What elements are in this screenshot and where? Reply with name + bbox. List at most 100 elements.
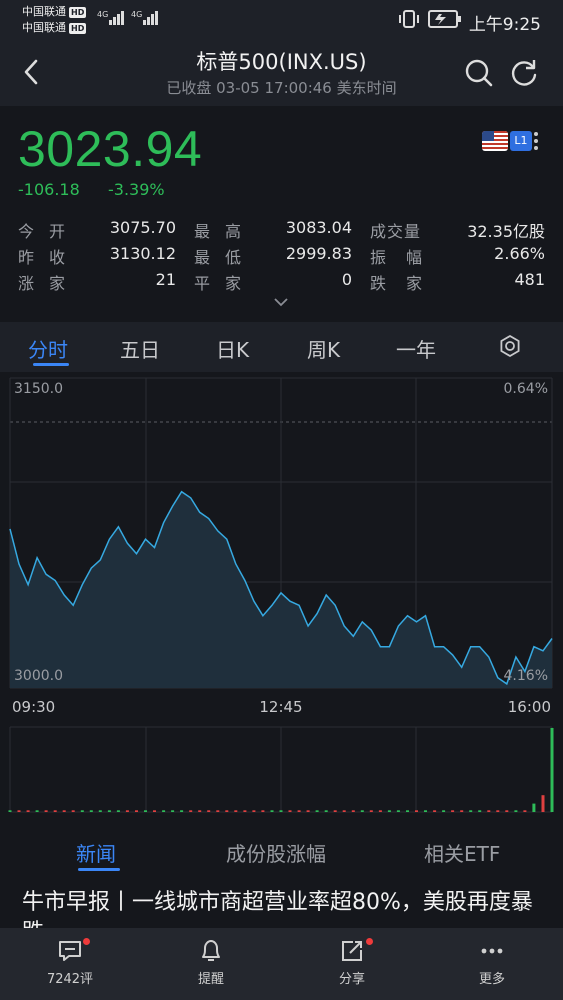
comments-button[interactable]: 7242评 [30,938,110,987]
volume-bar [180,810,184,812]
signal-icon [109,11,124,25]
volume-bar [396,810,400,812]
active-tab-indicator [33,363,69,366]
price-change-pct: -3.39% [108,180,165,199]
volume-bar [153,810,156,812]
vibrate-icon [399,10,419,28]
share-button[interactable]: 分享 [312,938,392,987]
volume-bar [62,810,66,812]
pct-top-label: 0.64% [504,381,548,397]
volume-bar [198,810,202,812]
stat-value-amplitude: 2.66% [494,244,545,263]
volume-bar [107,810,111,812]
expand-chevron-icon[interactable] [273,296,289,308]
stat-label-unchanged: 平家 [194,274,257,293]
share-icon [342,941,362,961]
tab-one-year[interactable]: 一年 [396,334,436,363]
volume-bar [460,810,464,812]
stat-value-unchanged: 0 [341,270,352,289]
stat-value-volume: 32.35亿股 [467,222,545,241]
volume-bar [17,810,21,812]
stat-label-amplitude: 振幅 [370,248,443,267]
volume-bar [415,810,418,812]
volume-bar [270,810,274,812]
volume-bar [523,810,527,812]
volume-bar [89,810,93,812]
volume-bar [324,810,328,812]
volume-bar [71,810,75,812]
active-content-tab-indicator [78,868,120,871]
volume-bar [116,810,120,812]
stat-label-advancers: 涨家 [18,274,81,293]
tab-intraday[interactable]: 分时 [28,334,68,363]
volume-bar [162,810,166,812]
stat-value-advancers: 21 [155,270,176,289]
volume-bar [369,810,373,812]
settings-icon[interactable] [498,334,522,358]
tab-daily-k[interactable]: 日K [216,334,249,363]
volume-bar [478,810,482,812]
volume-bar [207,810,211,812]
share-badge-dot [366,938,373,945]
x-axis-label-close: 16:00 [508,698,551,716]
x-axis-label-open: 09:30 [12,698,55,716]
tab-news[interactable]: 新闻 [76,838,116,867]
volume-bar [333,810,337,812]
tab-weekly-k[interactable]: 周K [307,334,340,363]
volume-bar [8,810,12,812]
x-axis-label-mid: 12:45 [259,698,302,716]
volume-bar [125,810,129,812]
volume-bar [234,810,238,812]
stat-label-high: 最高 [194,222,257,241]
intraday-chart[interactable]: 3150.0 3000.0 0.64% 4.16% 09:30 12:45 16… [0,372,563,842]
volume-bar [53,810,57,812]
volume-bar [288,810,292,812]
bell-icon [202,940,220,961]
volume-bar [171,810,175,812]
network-type-1: 4G [97,10,109,19]
comments-label: 7242评 [46,972,94,987]
alert-button[interactable]: 提醒 [171,938,251,987]
level1-badge[interactable]: L1 [510,131,532,151]
search-icon[interactable] [463,57,495,89]
chart-period-tabs: 分时 五日 日K 周K 一年 [0,322,563,372]
volume-bar [35,810,39,812]
volume-bar [189,810,193,812]
volume-bar [315,810,319,812]
volume-bar [243,810,247,812]
more-button[interactable]: 更多 [452,938,532,987]
volume-bar [216,810,220,812]
quote-panel: 3023.94 -106.18 -3.39% 今开 3075.70 最高 308… [0,106,563,316]
tab-constituents[interactable]: 成份股涨幅 [226,838,326,867]
tab-five-day[interactable]: 五日 [120,334,160,363]
volume-bar [550,728,554,812]
network-type-2: 4G [131,10,143,19]
kebab-menu-icon[interactable] [533,131,539,151]
header: 标普500(INX.US) 已收盘 03-05 17:00:46 美东时间 [0,40,563,106]
volume-bar [451,810,455,812]
stat-label-prev-close: 昨收 [18,248,81,267]
last-price: 3023.94 [18,121,203,177]
alert-label: 提醒 [197,972,224,987]
volume-bar [80,810,84,812]
more-label: 更多 [478,972,505,987]
volume-bar [487,810,491,812]
volume-bar [514,810,518,812]
carrier-2: 中国联通 HD [22,21,87,34]
chart-svg: 3150.0 3000.0 0.64% 4.16% 09:30 12:45 16… [8,377,554,813]
volume-bar [279,810,283,812]
volume-bar [44,810,48,812]
volume-bar [225,810,229,812]
battery-icon [428,10,461,28]
stat-label-low: 最低 [194,248,257,267]
stat-value-decliners: 481 [514,270,545,289]
volume-bar [306,810,310,812]
stat-value-low: 2999.83 [285,244,352,263]
volume-bar [541,795,545,812]
y-axis-top-label: 3150.0 [14,381,63,397]
tab-related-etf[interactable]: 相关ETF [424,838,500,867]
comments-badge-dot [83,938,90,945]
refresh-icon[interactable] [509,57,541,89]
volume-bar [378,810,382,812]
pct-bottom-label: 4.16% [504,668,548,684]
